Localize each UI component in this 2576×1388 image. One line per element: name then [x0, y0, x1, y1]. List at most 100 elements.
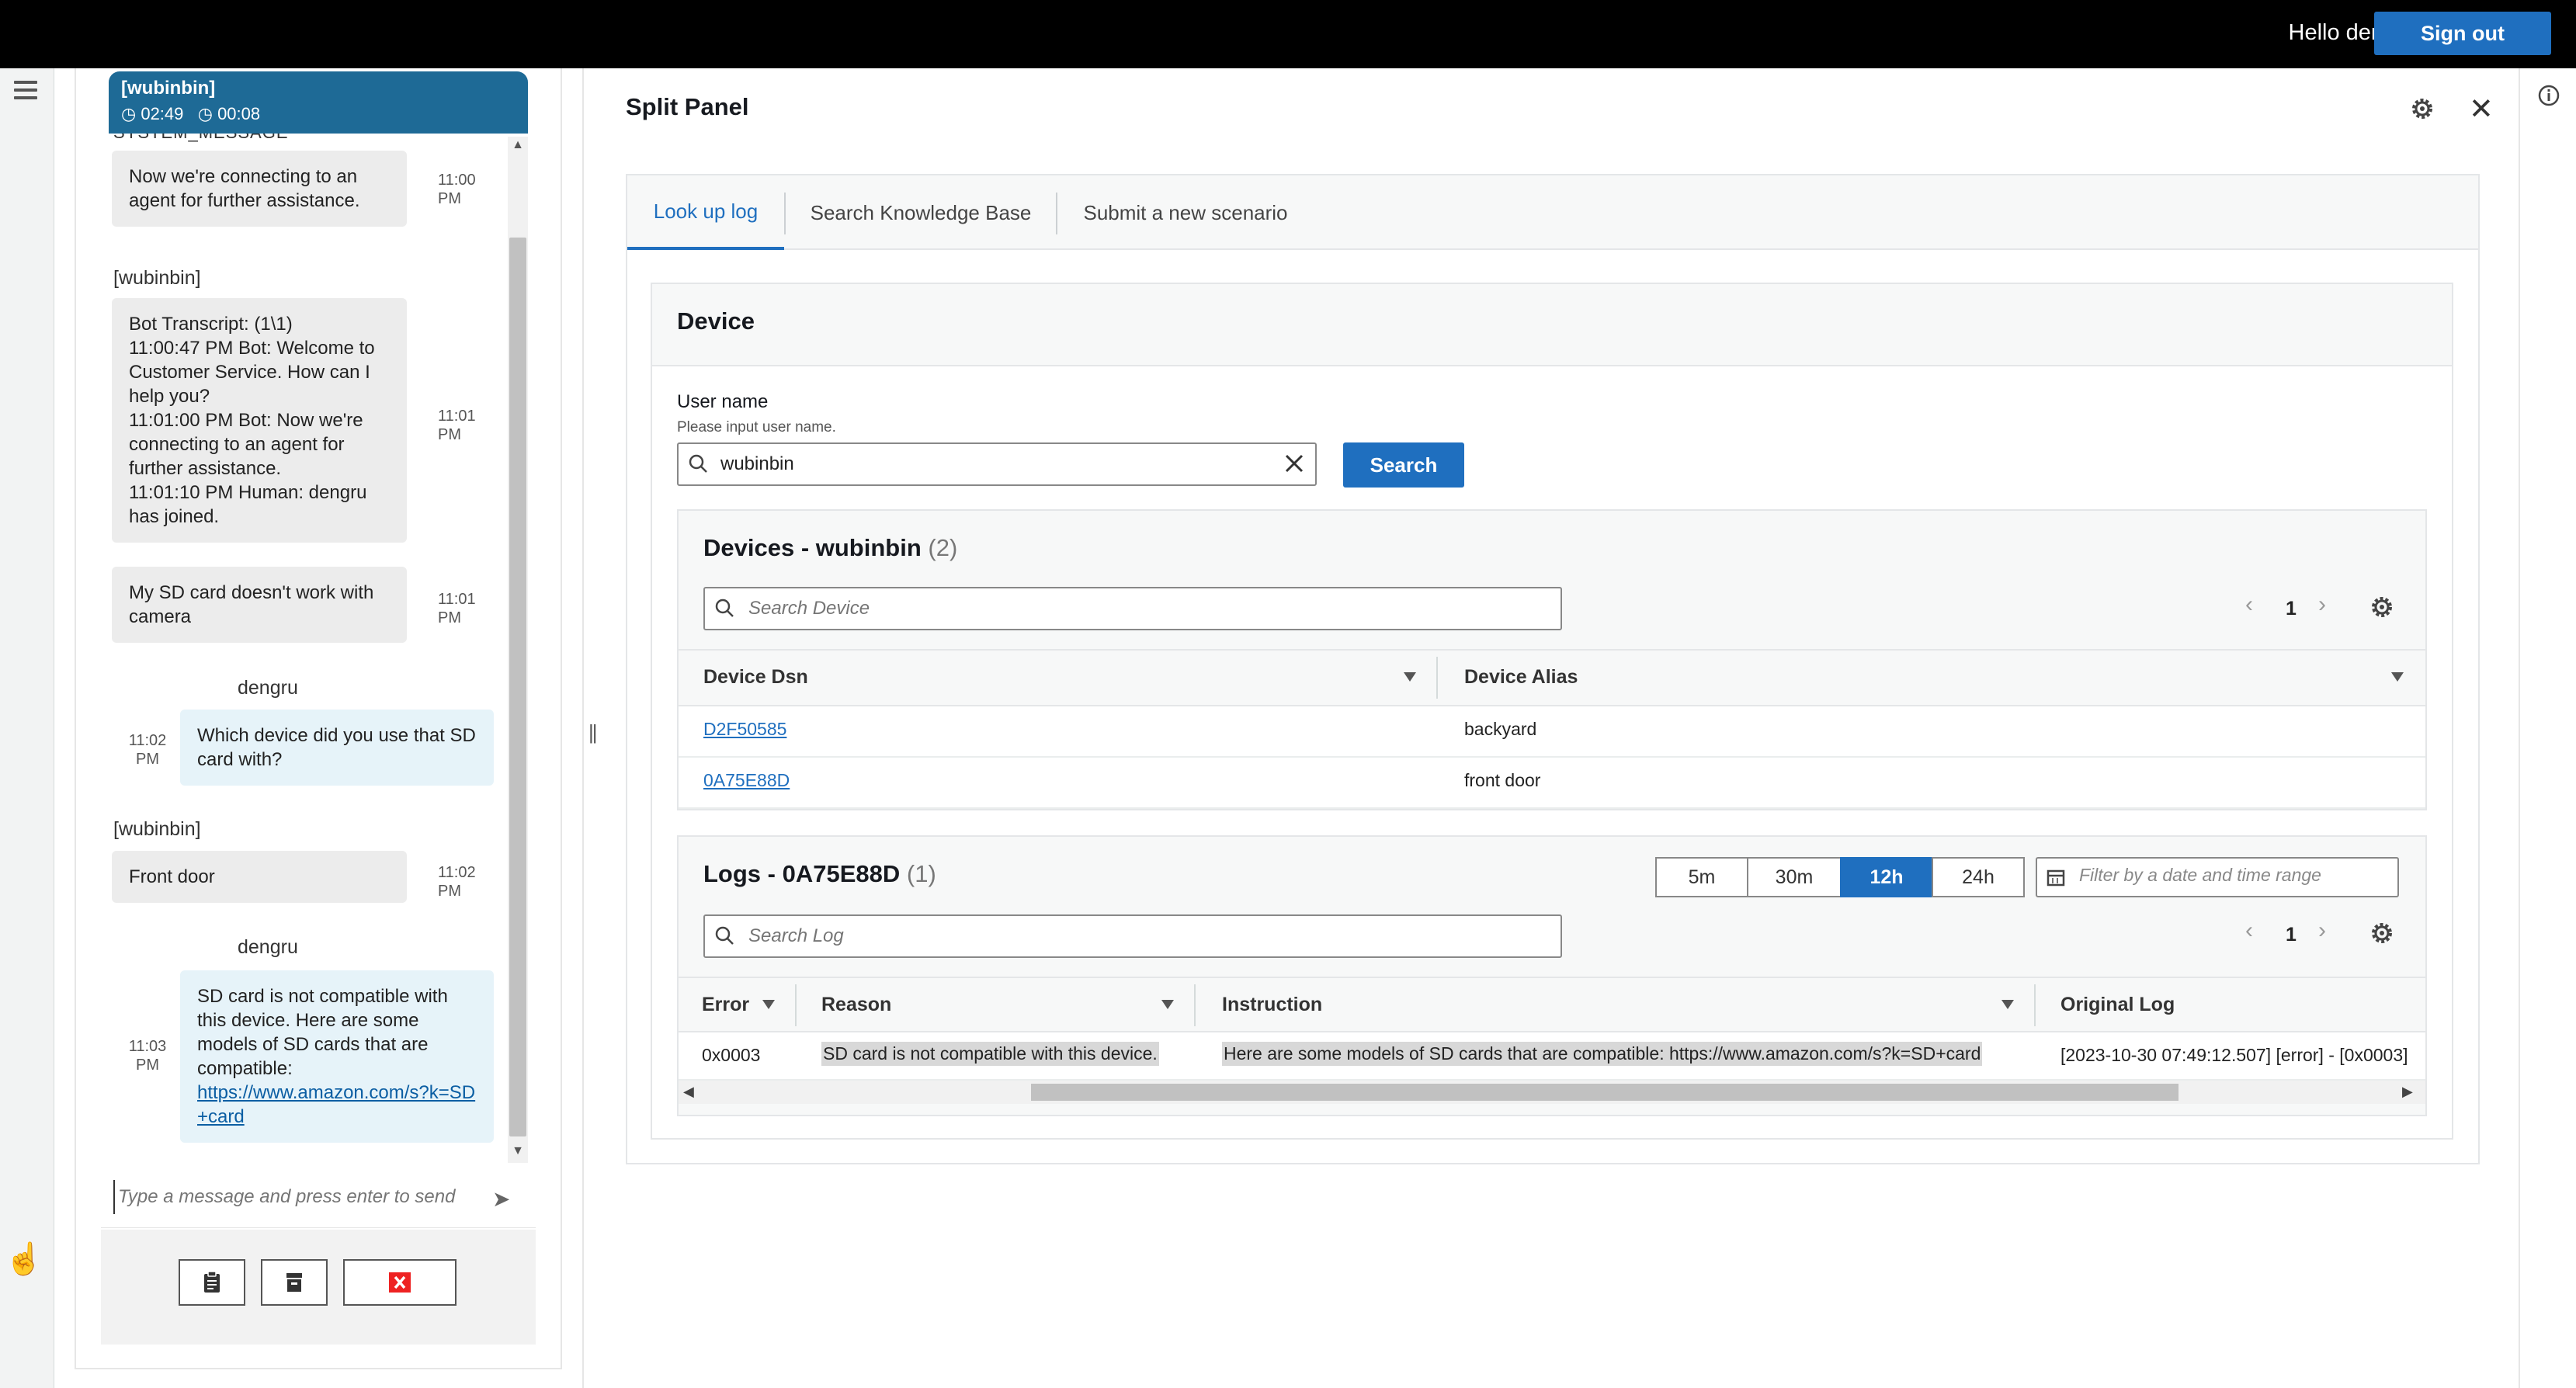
date-range-placeholder: Filter by a date and time range	[2079, 865, 2321, 885]
logs-scroll-thumb[interactable]	[1031, 1084, 2178, 1101]
range-24h-button[interactable]: 24h	[1932, 857, 2025, 897]
gear-icon[interactable]	[2369, 595, 2394, 623]
chat-scroll-thumb[interactable]	[509, 238, 526, 1136]
caret-down-icon[interactable]	[2391, 672, 2404, 682]
chevron-left-icon[interactable]: ‹	[2245, 918, 2253, 944]
caret-down-icon[interactable]	[1161, 1000, 1174, 1009]
logs-title: Logs - 0A75E88D (1)	[703, 860, 936, 888]
user-name-hint: Please input user name.	[677, 419, 836, 435]
devices-title-text: Devices - wubinbin	[703, 534, 922, 561]
tab-search-knowledge-base[interactable]: Search Knowledge Base	[786, 175, 1056, 250]
message-time: 11:01 PM	[438, 591, 476, 626]
chat-message: Bot Transcript: (1\1) 11:00:47 PM Bot: W…	[112, 298, 407, 543]
column-header-reason[interactable]: Reason	[821, 994, 891, 1016]
device-title: Device	[677, 307, 755, 335]
timer-icon: ◷	[197, 104, 213, 123]
caret-down-icon[interactable]	[2001, 1000, 2014, 1009]
user-name-label: User name	[677, 391, 769, 412]
message-line: 11:00:47 PM Bot: Welcome to	[129, 338, 375, 359]
archive-icon	[286, 1273, 302, 1292]
chat-message-input[interactable]	[113, 1180, 478, 1214]
scroll-left-icon[interactable]: ◀	[683, 1084, 694, 1100]
chevron-right-icon[interactable]: ›	[2318, 918, 2326, 944]
table-row	[679, 758, 2425, 809]
scroll-right-icon[interactable]: ▶	[2402, 1084, 2413, 1100]
log-search-input[interactable]	[747, 922, 1523, 950]
close-icon[interactable]: ✕	[2469, 92, 2494, 127]
message-line: Bot Transcript: (1\1)	[129, 314, 293, 335]
range-12h-button[interactable]: 12h	[1840, 857, 1933, 897]
info-icon[interactable]	[2537, 84, 2560, 111]
search-icon	[714, 598, 734, 622]
caret-down-icon[interactable]	[1404, 672, 1416, 682]
device-dsn-link[interactable]: D2F50585	[703, 719, 786, 740]
message-text: SD card is not compatible with this devi…	[197, 986, 448, 1079]
sign-out-button[interactable]: Sign out	[2374, 12, 2551, 55]
devices-page-number[interactable]: 1	[2286, 598, 2297, 620]
caret-down-icon[interactable]	[762, 1000, 775, 1009]
scroll-down-icon[interactable]: ▼	[509, 1143, 526, 1160]
calendar-icon	[2047, 868, 2065, 890]
system-message-label: SYSTEM_MESSAGE	[113, 134, 289, 143]
clear-icon[interactable]	[1283, 452, 1306, 479]
column-header-instruction[interactable]: Instruction	[1222, 994, 1322, 1016]
tab-submit-scenario[interactable]: Submit a new scenario	[1057, 175, 1314, 250]
column-header-device-alias[interactable]: Device Alias	[1464, 666, 1578, 689]
log-original: [2023-10-30 07:49:12.507] [error] - [0x0…	[2060, 1045, 2408, 1065]
search-button[interactable]: Search	[1343, 442, 1464, 488]
user-name-input[interactable]	[719, 450, 1262, 478]
chat-message: My SD card doesn't work with camera	[112, 567, 407, 643]
logs-page-number[interactable]: 1	[2286, 924, 2297, 946]
gear-icon[interactable]	[2369, 921, 2394, 949]
scroll-up-icon[interactable]: ▲	[509, 137, 526, 154]
chat-timer-total: 02:49	[141, 104, 184, 123]
device-search-input[interactable]	[747, 595, 1523, 623]
device-card-header	[652, 284, 2452, 366]
notes-icon	[204, 1271, 220, 1293]
gear-icon[interactable]	[2410, 96, 2435, 125]
end-chat-button[interactable]	[343, 1259, 457, 1306]
chat-timer-wait: 00:08	[217, 104, 261, 123]
tab-look-up-log[interactable]: Look up log	[627, 175, 784, 250]
hamburger-icon[interactable]	[14, 81, 37, 101]
devices-count: (2)	[928, 534, 958, 561]
message-line: has joined.	[129, 506, 220, 527]
column-header-error[interactable]: Error	[702, 994, 749, 1016]
top-bar	[0, 0, 2576, 68]
pointer-cursor-icon: ☝	[5, 1242, 43, 1276]
message-line: 11:01:00 PM Bot: Now we're	[129, 410, 363, 431]
message-line: connecting to an agent for	[129, 434, 345, 455]
message-time: 11:03 PM	[128, 1038, 167, 1074]
log-reason: SD card is not compatible with this devi…	[821, 1042, 1159, 1066]
message-sender: dengru	[238, 677, 298, 699]
message-sender: dengru	[238, 936, 298, 958]
message-line: Customer Service. How can I	[129, 362, 370, 383]
left-rail	[0, 68, 54, 1388]
search-icon	[714, 925, 734, 949]
chat-message: SD card is not compatible with this devi…	[180, 970, 494, 1143]
message-line: 11:01:10 PM Human: dengru	[129, 482, 367, 503]
message-time: 11:02 PM	[438, 864, 476, 900]
logs-count: (1)	[906, 860, 936, 887]
search-icon	[688, 453, 708, 477]
range-5m-button[interactable]: 5m	[1655, 857, 1748, 897]
chat-message: Now we're connecting to an agent for fur…	[112, 151, 407, 227]
device-dsn-link[interactable]: 0A75E88D	[703, 770, 790, 791]
message-link[interactable]: https://www.amazon.com/s?k=SD+card	[197, 1081, 477, 1129]
range-30m-button[interactable]: 30m	[1747, 857, 1842, 897]
column-header-device-dsn[interactable]: Device Dsn	[703, 666, 808, 689]
split-panel-title: Split Panel	[626, 93, 749, 120]
send-icon[interactable]: ➤	[492, 1186, 510, 1212]
end-chat-icon	[389, 1272, 411, 1293]
message-time: 11:02 PM	[128, 732, 167, 768]
chevron-right-icon[interactable]: ›	[2318, 592, 2326, 618]
notes-button[interactable]	[179, 1259, 245, 1306]
column-header-original-log[interactable]: Original Log	[2060, 994, 2175, 1016]
chat-transcript[interactable]: SYSTEM_MESSAGE Now we're connecting to a…	[101, 134, 528, 1158]
devices-title: Devices - wubinbin (2)	[703, 534, 957, 562]
chat-header[interactable]: [wubinbin] ◷ 02:49 ◷ 00:08	[109, 71, 528, 134]
message-sender: [wubinbin]	[113, 267, 201, 289]
message-time: 11:01 PM	[438, 408, 476, 443]
archive-button[interactable]	[261, 1259, 328, 1306]
chevron-left-icon[interactable]: ‹	[2245, 592, 2253, 618]
